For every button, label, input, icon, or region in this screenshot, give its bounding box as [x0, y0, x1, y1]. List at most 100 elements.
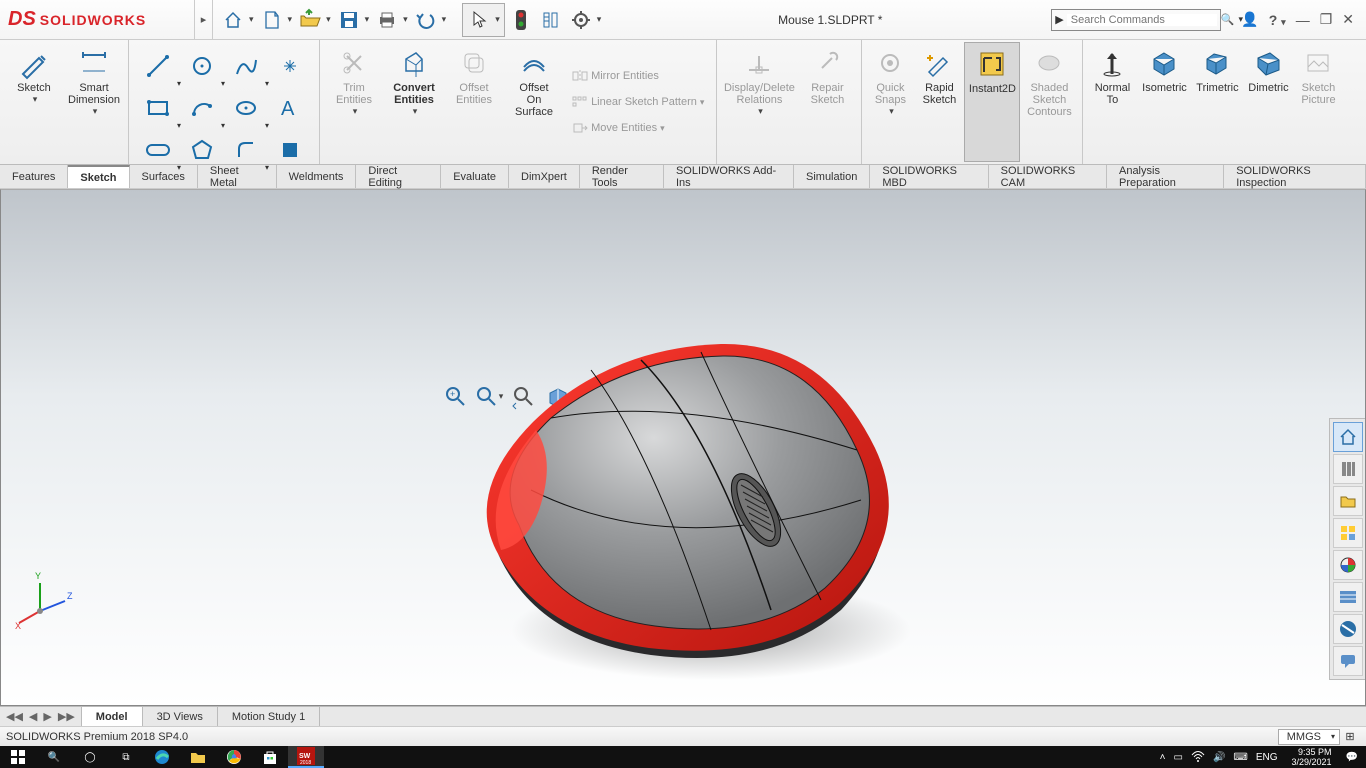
quick-snaps-button[interactable]: Quick Snaps▾ [866, 42, 914, 162]
tab-dimxpert[interactable]: DimXpert [509, 165, 580, 188]
tab-render-tools[interactable]: Render Tools [580, 165, 664, 188]
save-button[interactable]: ▾ [335, 6, 372, 34]
user-icon[interactable]: 👤 [1241, 11, 1258, 28]
traffic-light-icon[interactable] [507, 6, 535, 34]
isometric-button[interactable]: Isometric [1137, 42, 1191, 162]
move-entities-button[interactable]: Move Entities ▾ [572, 122, 704, 134]
tab-solidworks-mbd[interactable]: SOLIDWORKS MBD [870, 165, 988, 188]
print-button[interactable]: ▾ [373, 6, 410, 34]
help-button[interactable]: ? ▾ [1269, 12, 1286, 28]
repair-sketch-button[interactable]: Repair Sketch [797, 42, 857, 162]
options-list-icon[interactable] [537, 6, 565, 34]
convert-entities-button[interactable]: Convert Entities▾ [384, 42, 444, 162]
bottom-tab-motion-study-1[interactable]: Motion Study 1 [218, 707, 320, 726]
linear-pattern-button[interactable]: Linear Sketch Pattern ▾ [572, 96, 704, 108]
wifi-icon[interactable] [1191, 750, 1205, 765]
ellipse-tool[interactable]: ▾ [225, 88, 267, 128]
file-explorer-icon[interactable] [180, 746, 216, 768]
tab-solidworks-add-ins[interactable]: SOLIDWORKS Add-Ins [664, 165, 794, 188]
search-input[interactable] [1067, 14, 1217, 26]
cortana-icon[interactable]: ◯ [72, 746, 108, 768]
home-button[interactable]: ▾ [219, 6, 256, 34]
sketch-button[interactable]: Sketch▾ [4, 42, 64, 162]
language-indicator[interactable]: ENG [1256, 752, 1278, 763]
taskpane-home-icon[interactable] [1333, 422, 1363, 452]
line-tool[interactable]: ▾ [137, 46, 179, 86]
fillet-tool[interactable]: ▾ [225, 130, 267, 170]
start-button[interactable] [0, 746, 36, 768]
smart-dimension-button[interactable]: Smart Dimension▾ [64, 42, 124, 162]
graphics-viewport[interactable]: + ▾ A▾ ▾ ▾ ▾ ▾ ▾ ▾ [0, 189, 1366, 706]
tab-evaluate[interactable]: Evaluate [441, 165, 509, 188]
tab-features[interactable]: Features [0, 165, 68, 188]
display-delete-relations-button[interactable]: Display/Delete Relations▾ [721, 42, 797, 162]
tab-solidworks-cam[interactable]: SOLIDWORKS CAM [989, 165, 1107, 188]
action-center-icon[interactable]: 💬 [1346, 752, 1358, 763]
solidworks-taskbar-icon[interactable]: SW2018 [288, 746, 324, 768]
search-icon[interactable]: 🔍 [36, 746, 72, 768]
new-button[interactable]: ▾ [258, 6, 295, 34]
units-dropdown[interactable]: MMGS [1278, 729, 1340, 745]
shaded-contours-label: Shaded Sketch Contours [1027, 82, 1072, 118]
rapid-sketch-button[interactable]: Rapid Sketch [914, 42, 964, 162]
taskpane-forum-icon[interactable] [1333, 646, 1363, 676]
taskpane-file-explorer-icon[interactable] [1333, 486, 1363, 516]
mouse-model[interactable] [441, 300, 921, 700]
store-icon[interactable] [252, 746, 288, 768]
dimetric-button[interactable]: Dimetric [1243, 42, 1293, 162]
mirror-entities-button[interactable]: Mirror Entities [572, 70, 704, 82]
spline-tool[interactable]: ▾ [225, 46, 267, 86]
circle-tool[interactable]: ▾ [181, 46, 223, 86]
taskpane-view-palette-icon[interactable] [1333, 518, 1363, 548]
task-view-icon[interactable]: ⧉ [108, 746, 144, 768]
bottom-tab-model[interactable]: Model [82, 707, 143, 726]
settings-button[interactable]: ▾ [567, 6, 604, 34]
text-tool[interactable]: A [269, 88, 311, 128]
taskpane-appearances-icon[interactable] [1333, 550, 1363, 580]
undo-button[interactable]: ▾ [412, 6, 449, 34]
sketch-picture-button[interactable]: Sketch Picture [1293, 42, 1343, 162]
status-edition: SOLIDWORKS Premium 2018 SP4.0 [6, 731, 188, 743]
ribbon-group-sketch: Sketch▾ Smart Dimension▾ [0, 40, 129, 164]
normal-to-button[interactable]: Normal To [1087, 42, 1137, 162]
rapid-sketch-label: Rapid Sketch [923, 82, 957, 106]
edge-icon[interactable] [144, 746, 180, 768]
volume-icon[interactable]: 🔊 [1213, 752, 1225, 763]
tab-direct-editing[interactable]: Direct Editing [356, 165, 441, 188]
motion-manager-arrows[interactable]: ◀◀◀▶▶▶ [0, 707, 82, 726]
trimetric-button[interactable]: Trimetric [1191, 42, 1243, 162]
menu-flyout-button[interactable]: ▸ [195, 0, 213, 40]
plane-tool[interactable] [269, 130, 311, 170]
instant2d-button[interactable]: Instant2D [964, 42, 1020, 162]
tab-sketch[interactable]: Sketch [68, 165, 129, 188]
bottom-tab-3d-views[interactable]: 3D Views [143, 707, 218, 726]
offset-on-surface-button[interactable]: Offset On Surface [504, 42, 564, 162]
shaded-sketch-contours-button[interactable]: Shaded Sketch Contours [1020, 42, 1078, 162]
restore-button[interactable]: ❐ [1320, 11, 1333, 28]
tab-analysis-preparation[interactable]: Analysis Preparation [1107, 165, 1224, 188]
arc-tool[interactable]: ▾ [181, 88, 223, 128]
taskpane-custom-properties-icon[interactable] [1333, 582, 1363, 612]
taskpane-design-library-icon[interactable] [1333, 454, 1363, 484]
orientation-triad[interactable]: Y X Z [15, 571, 75, 631]
chrome-icon[interactable] [216, 746, 252, 768]
open-button[interactable]: ▾ [296, 6, 333, 34]
close-button[interactable]: ✕ [1342, 11, 1354, 28]
taskpane-sw-resources-icon[interactable] [1333, 614, 1363, 644]
trim-entities-button[interactable]: Trim Entities▾ [324, 42, 384, 162]
tab-solidworks-inspection[interactable]: SOLIDWORKS Inspection [1224, 165, 1366, 188]
keyboard-icon[interactable]: ⌨ [1233, 752, 1247, 763]
polygon-tool[interactable] [181, 130, 223, 170]
clock[interactable]: 9:35 PM 3/29/2021 [1286, 747, 1338, 767]
select-button[interactable]: ▾ [462, 3, 505, 37]
slot-tool[interactable]: ▾ [137, 130, 179, 170]
offset-entities-button[interactable]: Offset Entities [444, 42, 504, 162]
tray-overflow-icon[interactable]: ˄ [1160, 752, 1166, 763]
rectangle-tool[interactable]: ▾ [137, 88, 179, 128]
search-commands[interactable]: ▶ 🔍▾ [1051, 9, 1221, 31]
battery-icon[interactable]: ▭ [1173, 752, 1182, 763]
status-grid-icon[interactable]: ⊞ [1340, 730, 1360, 743]
tab-simulation[interactable]: Simulation [794, 165, 870, 188]
point-tool[interactable] [269, 46, 311, 86]
minimize-button[interactable]: — [1296, 12, 1310, 28]
